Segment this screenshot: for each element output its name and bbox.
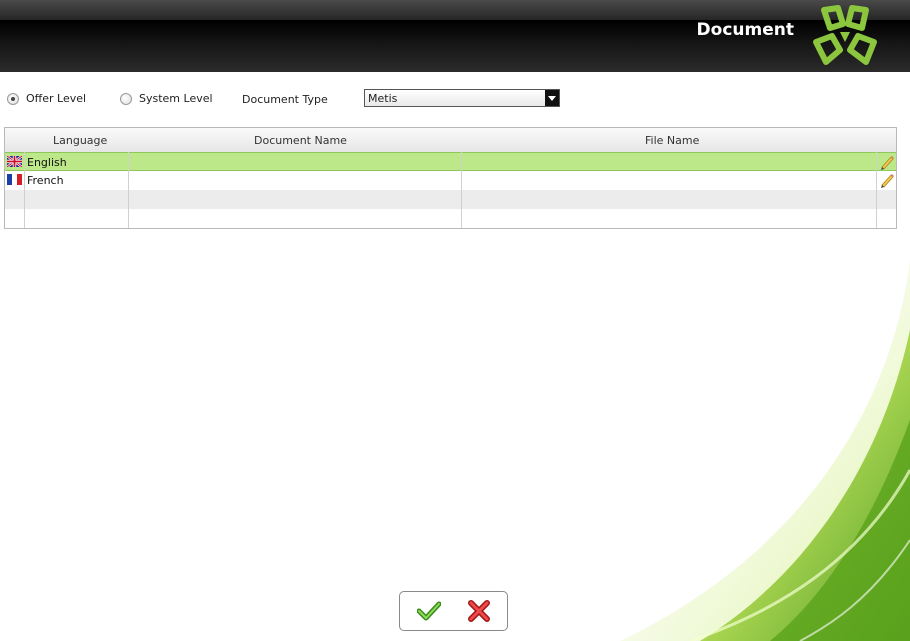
- title-bar: Document: [0, 0, 910, 72]
- toolbar: Offer Level System Level Document Type M…: [0, 86, 910, 112]
- pencil-edit-icon[interactable]: [879, 154, 895, 170]
- system-level-radio[interactable]: System Level: [120, 92, 213, 105]
- column-header-document-name[interactable]: Document Name: [254, 134, 347, 147]
- column-divider: [24, 152, 25, 228]
- column-header-language[interactable]: Language: [53, 134, 107, 147]
- table-row-empty: [5, 209, 896, 228]
- column-header-file-name[interactable]: File Name: [645, 134, 699, 147]
- documents-table: Language Document Name File Name English…: [4, 127, 897, 229]
- france-flag-icon: [7, 174, 22, 185]
- column-divider: [876, 152, 877, 228]
- uk-flag-icon: [7, 156, 22, 167]
- column-divider: [128, 152, 129, 228]
- radio-selected-icon: [7, 92, 19, 105]
- checkmark-icon[interactable]: [417, 600, 441, 622]
- dialog-actions: [399, 591, 508, 631]
- radio-unselected-icon: [120, 92, 132, 105]
- offer-level-label: Offer Level: [26, 92, 87, 105]
- language-cell: French: [27, 174, 64, 187]
- column-divider: [461, 152, 462, 228]
- system-level-label: System Level: [139, 92, 213, 105]
- table-row-empty: [5, 190, 896, 209]
- language-cell: English: [27, 156, 67, 169]
- chevron-down-icon[interactable]: [545, 90, 559, 106]
- table-row[interactable]: French: [5, 171, 896, 190]
- title-bar-sheen: [0, 0, 910, 20]
- offer-level-radio[interactable]: Offer Level: [7, 92, 86, 105]
- table-header: Language Document Name File Name: [5, 128, 896, 153]
- clover-logo-icon: [813, 5, 877, 65]
- table-row[interactable]: English: [5, 152, 896, 171]
- document-type-value: Metis: [368, 92, 398, 105]
- close-icon[interactable]: [467, 600, 491, 622]
- pencil-edit-icon[interactable]: [879, 172, 895, 188]
- document-type-label: Document Type: [242, 93, 328, 106]
- page-title: Document: [696, 20, 794, 40]
- document-type-select[interactable]: Metis: [364, 89, 560, 107]
